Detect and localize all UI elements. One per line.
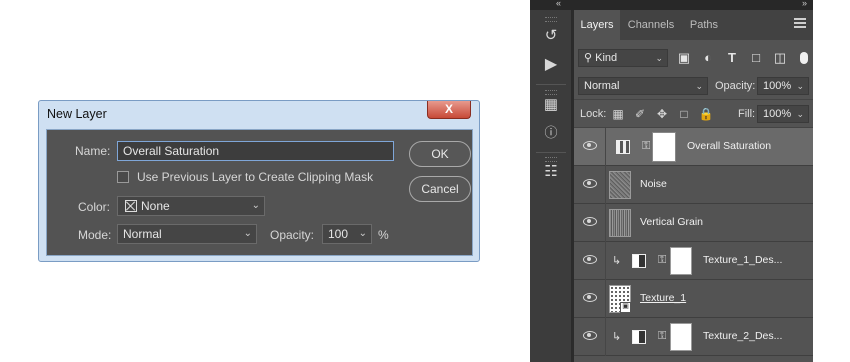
chevron-down-icon: ⌄ [243, 228, 252, 239]
layer-name[interactable]: Overall Saturation [687, 140, 771, 152]
opacity-input[interactable]: 100% ⌄ [757, 77, 809, 95]
color-select-value: None [141, 199, 170, 213]
visibility-eye-icon[interactable] [583, 293, 597, 302]
type-filter-icon[interactable]: T [724, 50, 740, 66]
layer-name[interactable]: Texture_1 [640, 292, 686, 304]
clipping-arrow-icon: ↳ [612, 255, 622, 267]
layer-name[interactable]: Texture_1_Des... [703, 254, 782, 266]
color-select[interactable]: None ⌄ [117, 196, 265, 216]
layer-row[interactable]: ⚿ Overall Saturation [574, 128, 813, 166]
tab-paths[interactable]: Paths [682, 10, 726, 40]
visibility-eye-icon[interactable] [583, 179, 597, 188]
dialog-body: Name: Overall Saturation Use Previous La… [46, 129, 473, 256]
chevron-down-icon: ⌄ [796, 81, 804, 91]
smart-object-filter-icon[interactable]: ◫ [772, 50, 788, 66]
adjustment-layer-icon [632, 330, 646, 344]
opacity-input[interactable]: 100 ⌄ [322, 224, 372, 244]
blend-mode-value: Normal [584, 80, 620, 92]
lock-transparency-icon[interactable]: ▦ [610, 106, 626, 122]
filter-kind-value: Kind [595, 52, 618, 64]
pixel-filter-icon[interactable]: ▣ [676, 50, 692, 66]
panel-menu-icon[interactable] [794, 18, 806, 30]
lock-move-icon[interactable]: ✥ [654, 106, 670, 122]
mode-select-value: Normal [123, 227, 162, 241]
grip-icon [545, 17, 557, 22]
opacity-label: Opacity: [715, 80, 756, 92]
lock-label: Lock: [580, 108, 607, 120]
opacity-label: Opacity: [270, 228, 315, 242]
mask-link-icon[interactable]: ⚿ [642, 140, 650, 153]
mode-label: Mode: [78, 228, 112, 242]
tab-channels[interactable]: Channels [622, 10, 680, 40]
visibility-eye-icon[interactable] [583, 217, 597, 226]
name-input[interactable]: Overall Saturation [117, 141, 394, 161]
layer-mask-thumbnail[interactable] [670, 323, 692, 351]
fill-value: 100% [763, 108, 792, 120]
layer-name[interactable]: Vertical Grain [640, 216, 703, 228]
lock-artboard-icon[interactable]: □ [676, 106, 692, 122]
lock-brush-icon[interactable]: ✐ [632, 106, 648, 122]
opacity-value: 100 [328, 227, 349, 241]
layer-row[interactable]: Noise [574, 166, 813, 204]
clipping-arrow-icon: ↳ [612, 331, 622, 343]
3d-cube-icon[interactable]: ▦ [540, 94, 562, 116]
ok-button[interactable]: OK [409, 141, 471, 167]
lock-all-icon[interactable]: 🔒 [698, 106, 714, 122]
mask-link-icon[interactable]: ⚿ [658, 254, 666, 267]
cancel-button[interactable]: Cancel [409, 176, 471, 202]
layers-panel: Layers Channels Paths ⚲ Kind ⌄ ▣ ◐ T □ ◫… [574, 10, 813, 362]
fill-label: Fill: [738, 108, 756, 120]
chevron-down-icon: ⌄ [251, 200, 260, 211]
expand-right-icon[interactable]: » [802, 0, 807, 8]
chevron-down-icon: ⌄ [796, 109, 804, 119]
play-actions-icon[interactable]: ▶ [540, 54, 562, 76]
visibility-eye-icon[interactable] [583, 331, 597, 340]
clipping-mask-label: Use Previous Layer to Create Clipping Ma… [137, 170, 374, 184]
layer-row[interactable]: ▣ Texture_1 [574, 280, 813, 318]
history-icon[interactable]: ↺ [540, 25, 562, 47]
mode-select[interactable]: Normal ⌄ [117, 224, 257, 244]
blend-mode-select[interactable]: Normal ⌄ [578, 77, 708, 95]
layer-mask-thumbnail[interactable] [670, 247, 692, 275]
layer-row[interactable]: ↳ ⚿ Texture_2_Des... [574, 318, 813, 356]
search-icon: ⚲ [584, 52, 596, 64]
no-color-icon [125, 200, 137, 212]
shape-filter-icon[interactable]: □ [748, 50, 764, 66]
name-label: Name: [75, 144, 111, 158]
panel-tabs: Layers Channels Paths [574, 10, 813, 40]
adjustment-layer-icon [616, 140, 630, 154]
layer-row[interactable]: Vertical Grain [574, 204, 813, 242]
collapse-left-icon[interactable]: « [556, 0, 561, 8]
smart-object-icon: ▣ [620, 302, 631, 313]
panel-collapse-bar[interactable]: « » [530, 0, 813, 10]
layer-mask-thumbnail[interactable] [652, 132, 676, 162]
adjustment-filter-icon[interactable]: ◐ [700, 50, 716, 66]
properties-icon[interactable]: ☷ [540, 161, 562, 183]
color-label: Color: [78, 200, 111, 214]
layer-name[interactable]: Noise [640, 178, 667, 190]
visibility-eye-icon[interactable] [583, 255, 597, 264]
opacity-value: 100% [763, 80, 792, 92]
close-button[interactable]: X [427, 101, 471, 119]
layer-thumbnail [609, 209, 631, 237]
chevron-down-icon: ⌄ [695, 81, 703, 91]
fill-input[interactable]: 100% ⌄ [757, 105, 809, 123]
filter-kind-select[interactable]: ⚲ Kind ⌄ [578, 49, 668, 67]
layer-name[interactable]: Texture_2_Des... [703, 330, 782, 342]
dialog-title: New Layer [47, 107, 107, 121]
layer-row[interactable]: ↳ ⚿ Texture_1_Des... [574, 242, 813, 280]
new-layer-dialog: New Layer X Name: Overall Saturation Use… [38, 100, 480, 262]
mask-link-icon[interactable]: ⚿ [658, 330, 666, 343]
tab-layers[interactable]: Layers [574, 10, 620, 40]
opacity-unit: % [378, 228, 389, 242]
layer-thumbnail [609, 171, 631, 199]
chevron-down-icon: ⌄ [358, 228, 367, 239]
visibility-eye-icon[interactable] [583, 141, 597, 150]
filter-toggle[interactable] [800, 52, 808, 64]
chevron-down-icon: ⌄ [655, 53, 663, 63]
clipping-mask-checkbox[interactable] [117, 171, 129, 183]
adjustment-layer-icon [632, 254, 646, 268]
info-icon[interactable]: ⓘ [540, 122, 562, 144]
